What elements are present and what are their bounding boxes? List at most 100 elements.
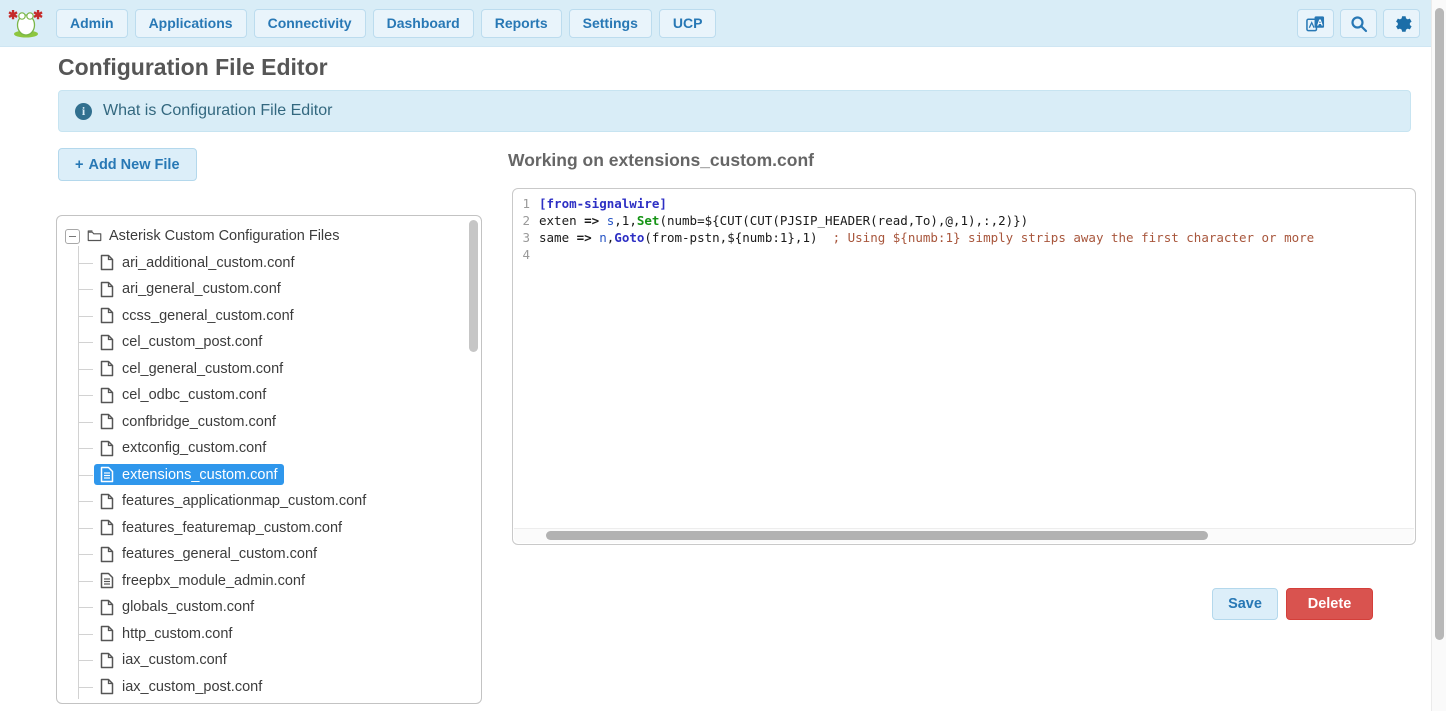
tree-item: iax_general_custom.conf <box>65 700 467 704</box>
code-token <box>592 229 600 246</box>
tree-item-label: ari_additional_custom.conf <box>122 255 295 271</box>
code-token <box>599 212 607 229</box>
tree-item-link[interactable]: extconfig_custom.conf <box>94 438 272 459</box>
file-icon <box>100 413 115 430</box>
tree-item: ari_additional_custom.conf <box>65 250 467 277</box>
nav-tab-connectivity[interactable]: Connectivity <box>254 9 366 38</box>
code-token: (from-pstn,${numb:1},1) <box>644 229 817 246</box>
tree-item-label: freepbx_module_admin.conf <box>122 573 305 589</box>
code-token: ; Using ${numb:1} simply strips away the… <box>833 229 1315 246</box>
tree-item-link[interactable]: extensions_custom.conf <box>94 464 284 485</box>
file-icon <box>100 678 115 695</box>
line-number: 2 <box>513 212 539 229</box>
tree-item-link[interactable]: iax_custom_post.conf <box>94 676 268 697</box>
tree-item-label: iax_custom.conf <box>122 652 227 668</box>
tree-item-link[interactable]: features_featuremap_custom.conf <box>94 517 348 538</box>
tree-item-label: confbridge_custom.conf <box>122 414 276 430</box>
save-button[interactable]: Save <box>1212 588 1278 620</box>
translate-button[interactable]: A <box>1297 9 1334 38</box>
tree-item: globals_custom.conf <box>65 594 467 621</box>
file-icon <box>100 519 115 536</box>
nav-tab-admin[interactable]: Admin <box>56 9 128 38</box>
tree-item-link[interactable]: http_custom.conf <box>94 623 238 644</box>
delete-button[interactable]: Delete <box>1286 588 1373 620</box>
tree-item: cel_odbc_custom.conf <box>65 382 467 409</box>
tree-item-link[interactable]: cel_general_custom.conf <box>94 358 289 379</box>
tree-scrollbar-thumb[interactable] <box>469 220 478 352</box>
folder-icon <box>87 228 102 245</box>
file-icon <box>100 334 115 351</box>
tree-item-link[interactable]: iax_general_custom.conf <box>94 703 289 704</box>
gear-button[interactable] <box>1383 9 1420 38</box>
nav-tab-dashboard[interactable]: Dashboard <box>373 9 474 38</box>
editor-hscrollbar-thumb[interactable] <box>546 531 1208 540</box>
config-file-tree-panel: Asterisk Custom Configuration Filesari_a… <box>56 215 482 704</box>
tree-item-link[interactable]: confbridge_custom.conf <box>94 411 282 432</box>
nav-tab-ucp[interactable]: UCP <box>659 9 717 38</box>
nav-tab-applications[interactable]: Applications <box>135 9 247 38</box>
tree-item: features_general_custom.conf <box>65 541 467 568</box>
code-token: [from-signalwire] <box>539 195 667 212</box>
file-icon <box>100 652 115 669</box>
gear-icon <box>1392 14 1412 34</box>
working-on-heading: Working on extensions_custom.conf <box>508 150 814 171</box>
tree-item: ari_general_custom.conf <box>65 276 467 303</box>
navbar-right-icons: A <box>1297 9 1420 38</box>
file-icon <box>100 625 115 642</box>
tree-item-label: cel_odbc_custom.conf <box>122 387 266 403</box>
tree-item-link[interactable]: cel_custom_post.conf <box>94 332 268 353</box>
tree-item-link[interactable]: globals_custom.conf <box>94 597 260 618</box>
top-navbar: ✱ ✱ AdminApplicationsConnectivityDashboa… <box>0 0 1446 47</box>
file-icon <box>100 307 115 324</box>
tree-item-link[interactable]: features_general_custom.conf <box>94 544 323 565</box>
tree-item-label: ari_general_custom.conf <box>122 281 281 297</box>
tree-item-link[interactable]: features_applicationmap_custom.conf <box>94 491 372 512</box>
freepbx-logo[interactable]: ✱ ✱ <box>6 6 46 40</box>
nav-tab-reports[interactable]: Reports <box>481 9 562 38</box>
code-token: Set <box>637 212 660 229</box>
tree-item: features_applicationmap_custom.conf <box>65 488 467 515</box>
search-button[interactable] <box>1340 9 1377 38</box>
file-icon <box>100 599 115 616</box>
tree-item-label: extensions_custom.conf <box>122 467 278 483</box>
tree-item-link[interactable]: freepbx_module_admin.conf <box>94 570 311 591</box>
svg-text:✱: ✱ <box>8 8 18 22</box>
code-line: 4 <box>513 246 1415 263</box>
file-icon <box>100 360 115 377</box>
page-scrollbar[interactable] <box>1431 0 1446 711</box>
code-token: s <box>607 212 615 229</box>
editor-hscrollbar-track[interactable] <box>514 528 1414 543</box>
add-new-file-button[interactable]: + Add New File <box>58 148 197 181</box>
code-line: 1[from-signalwire] <box>513 195 1415 212</box>
translate-icon: A <box>1306 15 1325 33</box>
tree-item-link[interactable]: ccss_general_custom.conf <box>94 305 300 326</box>
info-alert-text: What is Configuration File Editor <box>103 102 332 120</box>
info-alert[interactable]: i What is Configuration File Editor <box>58 90 1411 132</box>
tree-item-label: cel_custom_post.conf <box>122 334 262 350</box>
code-token: Goto <box>614 229 644 246</box>
code-token: n <box>599 229 607 246</box>
tree-item: extensions_custom.conf <box>65 462 467 489</box>
page-scrollbar-thumb[interactable] <box>1435 8 1444 640</box>
tree-item-link[interactable]: ari_additional_custom.conf <box>94 252 301 273</box>
tree-item-link[interactable]: ari_general_custom.conf <box>94 279 287 300</box>
tree-item: extconfig_custom.conf <box>65 435 467 462</box>
tree-item-link[interactable]: iax_custom.conf <box>94 650 233 671</box>
add-new-file-label: Add New File <box>88 157 179 173</box>
tree-item-link[interactable]: cel_odbc_custom.conf <box>94 385 272 406</box>
file-icon <box>100 440 115 457</box>
tree-item: confbridge_custom.conf <box>65 409 467 436</box>
tree-item-label: features_applicationmap_custom.conf <box>122 493 366 509</box>
svg-text:A: A <box>1317 17 1323 27</box>
code-area[interactable]: 1[from-signalwire]2exten => s,1,Set(numb… <box>513 195 1415 526</box>
tree-item-label: ccss_general_custom.conf <box>122 308 294 324</box>
file-icon <box>100 493 115 510</box>
tree-item: freepbx_module_admin.conf <box>65 568 467 595</box>
nav-tab-settings[interactable]: Settings <box>569 9 652 38</box>
frog-logo-icon: ✱ ✱ <box>8 8 44 38</box>
code-editor[interactable]: 1[from-signalwire]2exten => s,1,Set(numb… <box>512 188 1416 545</box>
code-token <box>818 229 833 246</box>
code-token: ,1, <box>614 212 637 229</box>
code-token: => <box>577 229 592 246</box>
collapse-expander-icon[interactable] <box>65 229 80 244</box>
